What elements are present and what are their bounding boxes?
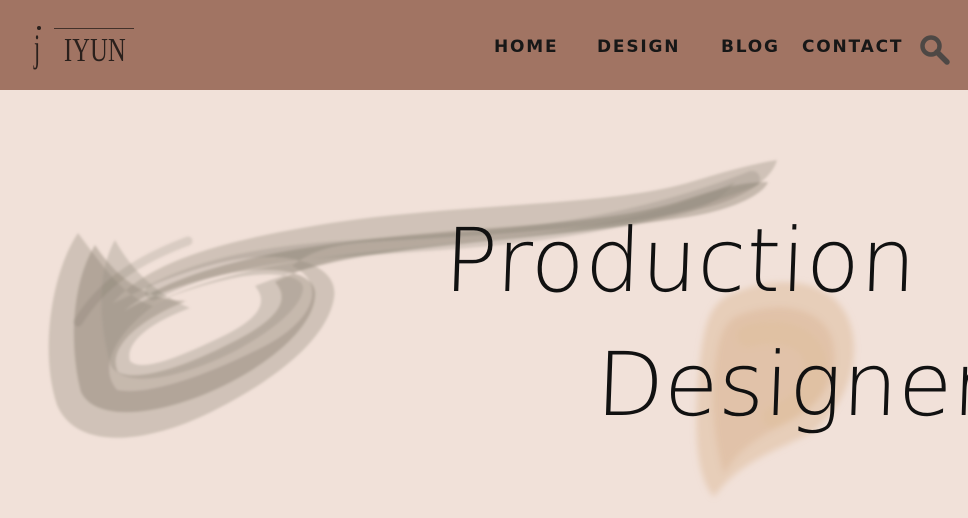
logo-rule (54, 28, 134, 29)
portfolio-page: j IYUN HOME DESIGN BLOG CONTACT Producti… (0, 0, 968, 518)
primary-navigation: HOME DESIGN BLOG CONTACT (0, 36, 968, 60)
search-icon (920, 35, 950, 65)
hero-title-line-1: Production (442, 209, 919, 312)
top-navigation-bar: j IYUN HOME DESIGN BLOG CONTACT (0, 0, 968, 90)
nav-contact-link[interactable]: CONTACT (802, 36, 903, 58)
nav-home-link[interactable]: HOME (494, 36, 558, 58)
hero-section: Production Designer (0, 90, 968, 518)
nav-design-link[interactable]: DESIGN (597, 36, 680, 58)
nav-blog-link[interactable]: BLOG (721, 36, 780, 58)
hero-title-line-2: Designer (594, 333, 968, 436)
search-button[interactable] (918, 34, 952, 66)
